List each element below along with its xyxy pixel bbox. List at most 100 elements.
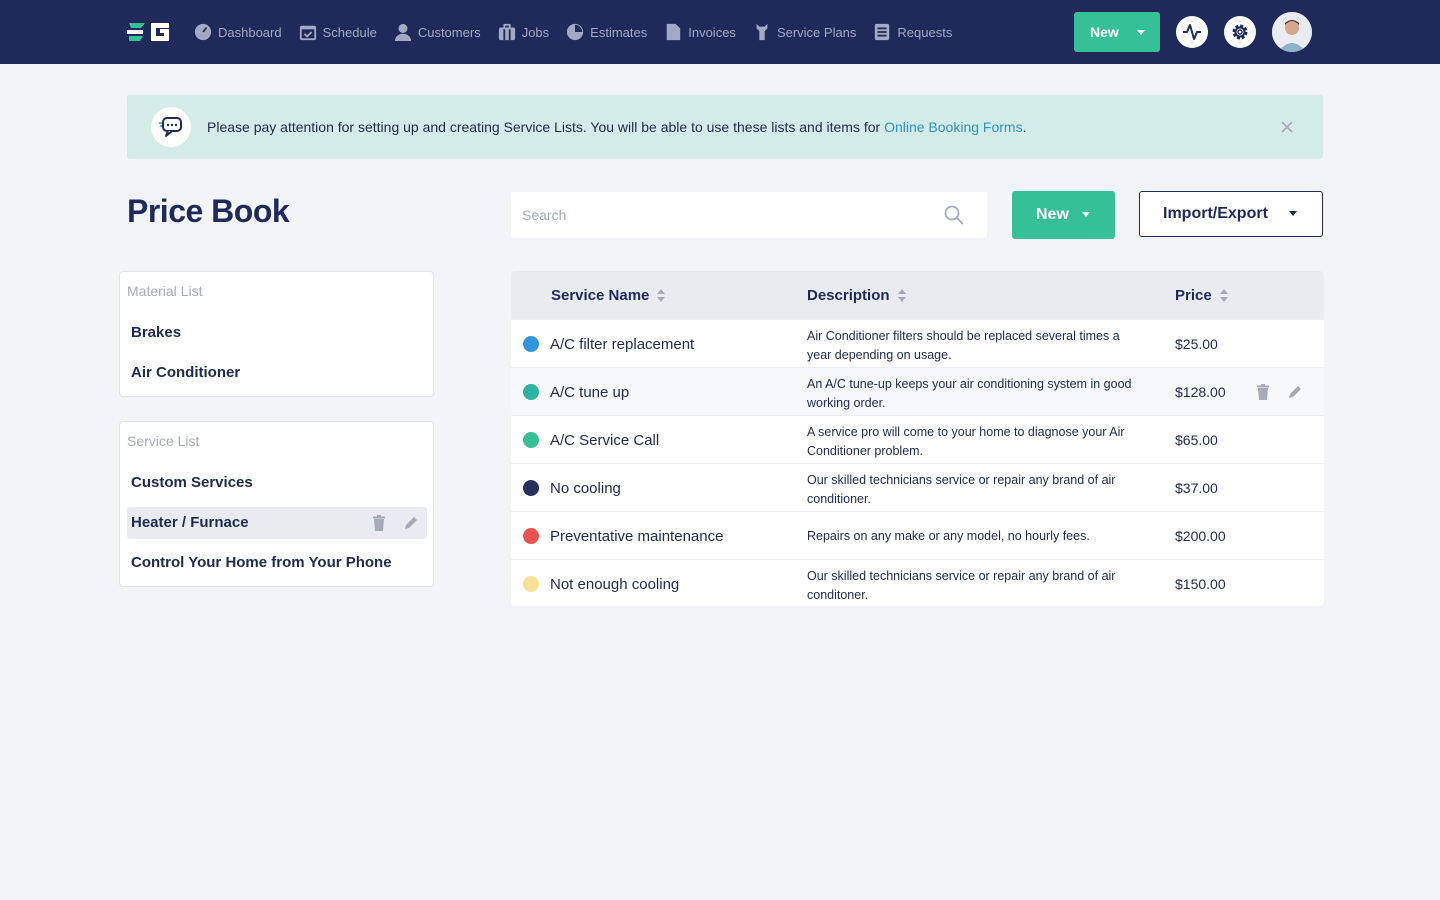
service-list-item[interactable]: Control Your Home from Your Phone: [127, 547, 427, 579]
service-price: $25.00: [1175, 336, 1218, 352]
material-list-heading: Material List: [127, 283, 203, 299]
nav-label: Dashboard: [218, 24, 282, 40]
nav-label: Invoices: [688, 24, 736, 40]
column-service-name[interactable]: Service Name: [551, 287, 666, 304]
color-dot: [523, 336, 539, 352]
service-description: Repairs on any make or any model, no hou…: [807, 529, 1090, 543]
new-item-button[interactable]: New: [1012, 191, 1115, 239]
table-header: Service Name Description Price: [511, 271, 1324, 319]
document-icon: [666, 23, 681, 41]
nav-label: Requests: [897, 24, 953, 40]
column-label: Price: [1175, 287, 1212, 304]
service-price: $128.00: [1175, 384, 1226, 400]
nav-service-plans[interactable]: Service Plans: [753, 23, 856, 41]
color-dot: [523, 576, 539, 592]
nav-customers[interactable]: Customers: [394, 23, 481, 41]
banner-text: Please pay attention for setting up and …: [207, 119, 885, 135]
gear-icon: [1232, 24, 1248, 40]
color-dot: [523, 432, 539, 448]
trash-icon[interactable]: [1254, 383, 1272, 401]
sort-icon: [897, 288, 906, 303]
column-label: Description: [807, 287, 890, 304]
nav-label: Customers: [417, 24, 481, 40]
page-title: Price Book: [127, 193, 290, 229]
service-list-card: Service List Custom Services Heater / Fu…: [119, 421, 434, 587]
banner-suffix: .: [1022, 119, 1027, 135]
user-avatar[interactable]: [1272, 12, 1312, 52]
service-price: $150.00: [1175, 576, 1226, 592]
table-row[interactable]: A/C filter replacement Air Conditioner fi…: [511, 319, 1324, 367]
table-row[interactable]: A/C tune up An A/C tune-up keeps your air…: [511, 367, 1324, 415]
user-icon: [394, 23, 411, 41]
avatar-image: [1272, 12, 1312, 52]
nav-label: Jobs: [521, 24, 550, 40]
estimate-icon: [567, 23, 584, 41]
column-description[interactable]: Description: [807, 287, 906, 304]
color-dot: [523, 480, 539, 496]
sort-icon: [1219, 288, 1228, 303]
color-dot: [523, 528, 539, 544]
service-name: A/C tune up: [550, 384, 630, 401]
services-table: Service Name Description Price A/C filte…: [511, 271, 1324, 606]
nav-dashboard[interactable]: Dashboard: [194, 23, 282, 41]
nav-label: Service Plans: [776, 24, 857, 40]
online-booking-forms-link[interactable]: Online Booking Forms: [884, 119, 1023, 135]
top-navigation-bar: Dashboard Schedule Customers Jobs Estima…: [0, 0, 1440, 64]
column-label: Service Name: [551, 287, 650, 304]
material-list-item[interactable]: Brakes: [127, 317, 427, 349]
service-name: No cooling: [550, 480, 621, 497]
caret-down-icon: [1082, 212, 1090, 217]
service-description: An A/C tune-up keeps your air conditioni…: [807, 377, 1132, 410]
app-logo[interactable]: [127, 19, 171, 45]
sort-icon: [657, 288, 666, 303]
service-description: A service pro will come to your home to …: [807, 425, 1125, 458]
service-list-heading: Service List: [127, 433, 200, 449]
info-banner: Please pay attention for setting up and …: [127, 95, 1323, 159]
trash-icon[interactable]: [370, 514, 388, 532]
caret-down-icon: [1137, 30, 1145, 35]
briefcase-icon: [498, 23, 515, 41]
column-price[interactable]: Price: [1175, 287, 1228, 304]
nav-jobs[interactable]: Jobs: [498, 23, 549, 41]
nav-schedule[interactable]: Schedule: [299, 23, 377, 41]
search-icon[interactable]: [943, 204, 965, 226]
pencil-icon[interactable]: [402, 514, 420, 532]
activity-pulse-icon: [1183, 24, 1201, 40]
service-list-item-label: Heater / Furnace: [131, 514, 249, 531]
search-input[interactable]: [511, 192, 941, 238]
import-export-button[interactable]: Import/Export: [1139, 191, 1323, 237]
banner-message: Please pay attention for setting up and …: [207, 119, 1026, 135]
service-price: $200.00: [1175, 528, 1226, 544]
calendar-icon: [299, 25, 316, 41]
table-row[interactable]: Not enough cooling Our skilled technician…: [511, 559, 1324, 606]
table-row[interactable]: A/C Service Call A service pro will come …: [511, 415, 1324, 463]
service-price: $37.00: [1175, 480, 1218, 496]
table-row[interactable]: Preventative maintenance Repairs on any m…: [511, 511, 1324, 559]
service-list-item-active[interactable]: Heater / Furnace: [127, 507, 427, 539]
service-list-item[interactable]: Custom Services: [127, 467, 427, 499]
nav-invoices[interactable]: Invoices: [664, 23, 736, 41]
service-description: Our skilled technicians service or repai…: [807, 473, 1116, 506]
top-new-button[interactable]: New: [1074, 12, 1160, 52]
new-item-label: New: [1036, 206, 1069, 223]
activity-button[interactable]: [1176, 16, 1208, 48]
wrench-icon: [756, 23, 768, 41]
table-row[interactable]: No cooling Our skilled technicians servic…: [511, 463, 1324, 511]
close-icon[interactable]: [1279, 119, 1295, 135]
list-icon: [875, 23, 890, 41]
dashboard-icon: [194, 23, 212, 41]
service-description: Air Conditioner filters should be replac…: [807, 329, 1120, 362]
material-list-item[interactable]: Air Conditioner: [127, 357, 427, 389]
service-name: A/C Service Call: [550, 432, 660, 449]
service-name: Not enough cooling: [550, 576, 680, 593]
material-list-card: Material List Brakes Air Conditioner: [119, 271, 434, 397]
nav-requests[interactable]: Requests: [873, 23, 952, 41]
settings-button[interactable]: [1224, 16, 1256, 48]
color-dot: [523, 384, 539, 400]
nav-label: Schedule: [322, 24, 377, 40]
nav-estimates[interactable]: Estimates: [566, 23, 647, 41]
pencil-icon[interactable]: [1286, 383, 1304, 401]
nav-label: Estimates: [590, 24, 648, 40]
caret-down-icon: [1289, 211, 1297, 216]
chat-icon: [151, 107, 191, 147]
